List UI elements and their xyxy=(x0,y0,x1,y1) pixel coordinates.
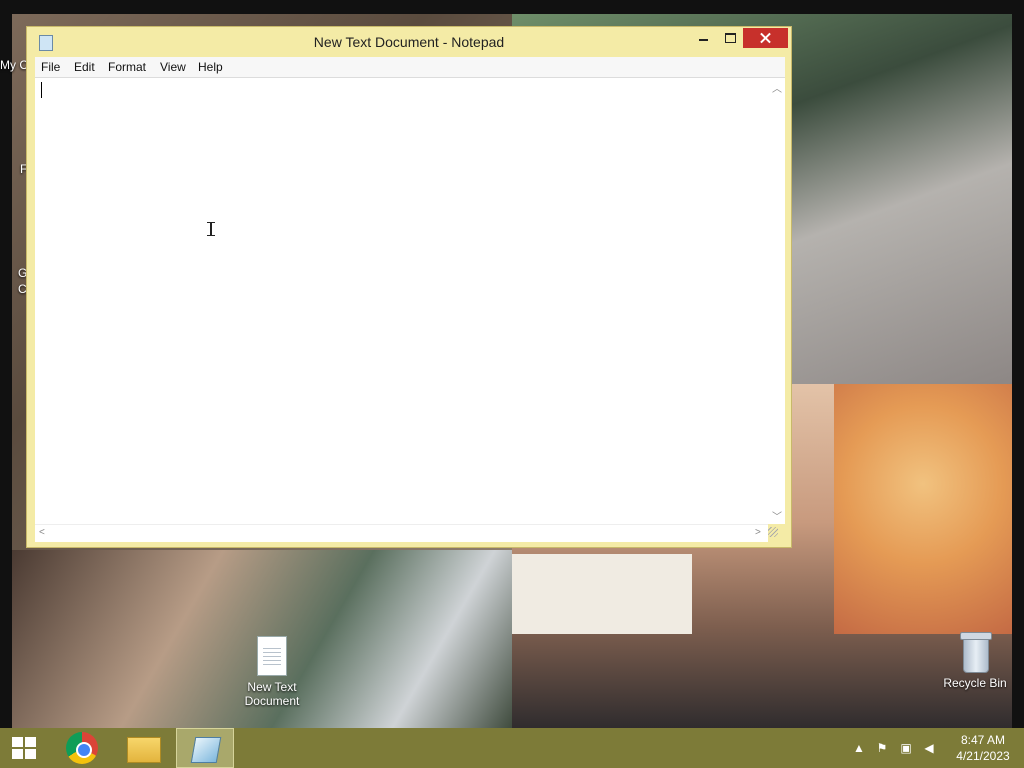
window-title: New Text Document - Notepad xyxy=(313,34,505,50)
recycle-bin-icon xyxy=(960,632,992,673)
text-caret xyxy=(41,82,42,98)
volume-muted-icon[interactable]: ◀ xyxy=(921,740,937,756)
desktop-icon-recycle-bin[interactable]: Recycle Bin xyxy=(943,632,1007,690)
chrome-icon xyxy=(66,732,98,764)
text-document-icon xyxy=(257,636,287,676)
desktop-icon-label: My C xyxy=(0,58,28,72)
notepad-window[interactable]: New Text Document - Notepad File Edit Fo… xyxy=(26,26,792,548)
file-explorer-icon xyxy=(127,737,161,763)
clock-date: 4/21/2023 xyxy=(956,749,1010,763)
menu-file[interactable]: File xyxy=(35,57,66,77)
clock-time: 8:47 AM xyxy=(960,733,1006,747)
menu-bar: File Edit Format View Help xyxy=(35,57,785,78)
scroll-up-icon[interactable]: ︿ xyxy=(772,80,782,95)
notepad-icon xyxy=(190,737,222,763)
ibeam-cursor-icon xyxy=(207,222,215,236)
desktop-icon-label: Recycle Bin xyxy=(943,676,1007,690)
taskbar-chrome[interactable] xyxy=(58,728,108,768)
menu-edit[interactable]: Edit xyxy=(68,57,101,77)
scroll-down-icon[interactable]: ﹀ xyxy=(772,508,782,523)
start-icon xyxy=(12,737,36,759)
desktop-icon-new-text-document[interactable]: New Text Document xyxy=(240,636,304,708)
text-editor[interactable]: ︿ ﹀ < > xyxy=(35,78,785,542)
clock[interactable]: 8:47 AM 4/21/2023 xyxy=(948,732,1018,764)
desktop-icon-label: New Text Document xyxy=(244,680,300,708)
maximize-button[interactable] xyxy=(717,28,743,48)
title-bar[interactable]: New Text Document - Notepad xyxy=(27,27,791,57)
flag-icon[interactable]: ⚑ xyxy=(874,740,890,756)
menu-format[interactable]: Format xyxy=(102,57,152,77)
start-button[interactable] xyxy=(0,728,50,768)
wallpaper-panel xyxy=(834,384,1012,634)
taskbar: ▲ ⚑ ▣ ◀ 8:47 AM 4/21/2023 xyxy=(0,728,1024,768)
resize-grip-icon[interactable] xyxy=(768,527,778,537)
menu-help[interactable]: Help xyxy=(192,57,229,77)
menu-view[interactable]: View xyxy=(154,57,192,77)
horizontal-scrollbar[interactable]: < > xyxy=(35,524,768,542)
close-button[interactable] xyxy=(743,28,788,48)
wallpaper-panel xyxy=(512,554,692,634)
network-icon[interactable]: ▣ xyxy=(898,740,914,756)
taskbar-file-explorer[interactable] xyxy=(118,728,168,768)
minimize-button[interactable] xyxy=(691,28,717,48)
scroll-left-icon[interactable]: < xyxy=(39,527,45,538)
taskbar-notepad[interactable] xyxy=(176,728,234,768)
scroll-right-icon[interactable]: > xyxy=(755,527,761,538)
vertical-scrollbar[interactable]: ︿ ﹀ xyxy=(768,78,785,524)
chevron-up-icon[interactable]: ▲ xyxy=(851,740,867,756)
